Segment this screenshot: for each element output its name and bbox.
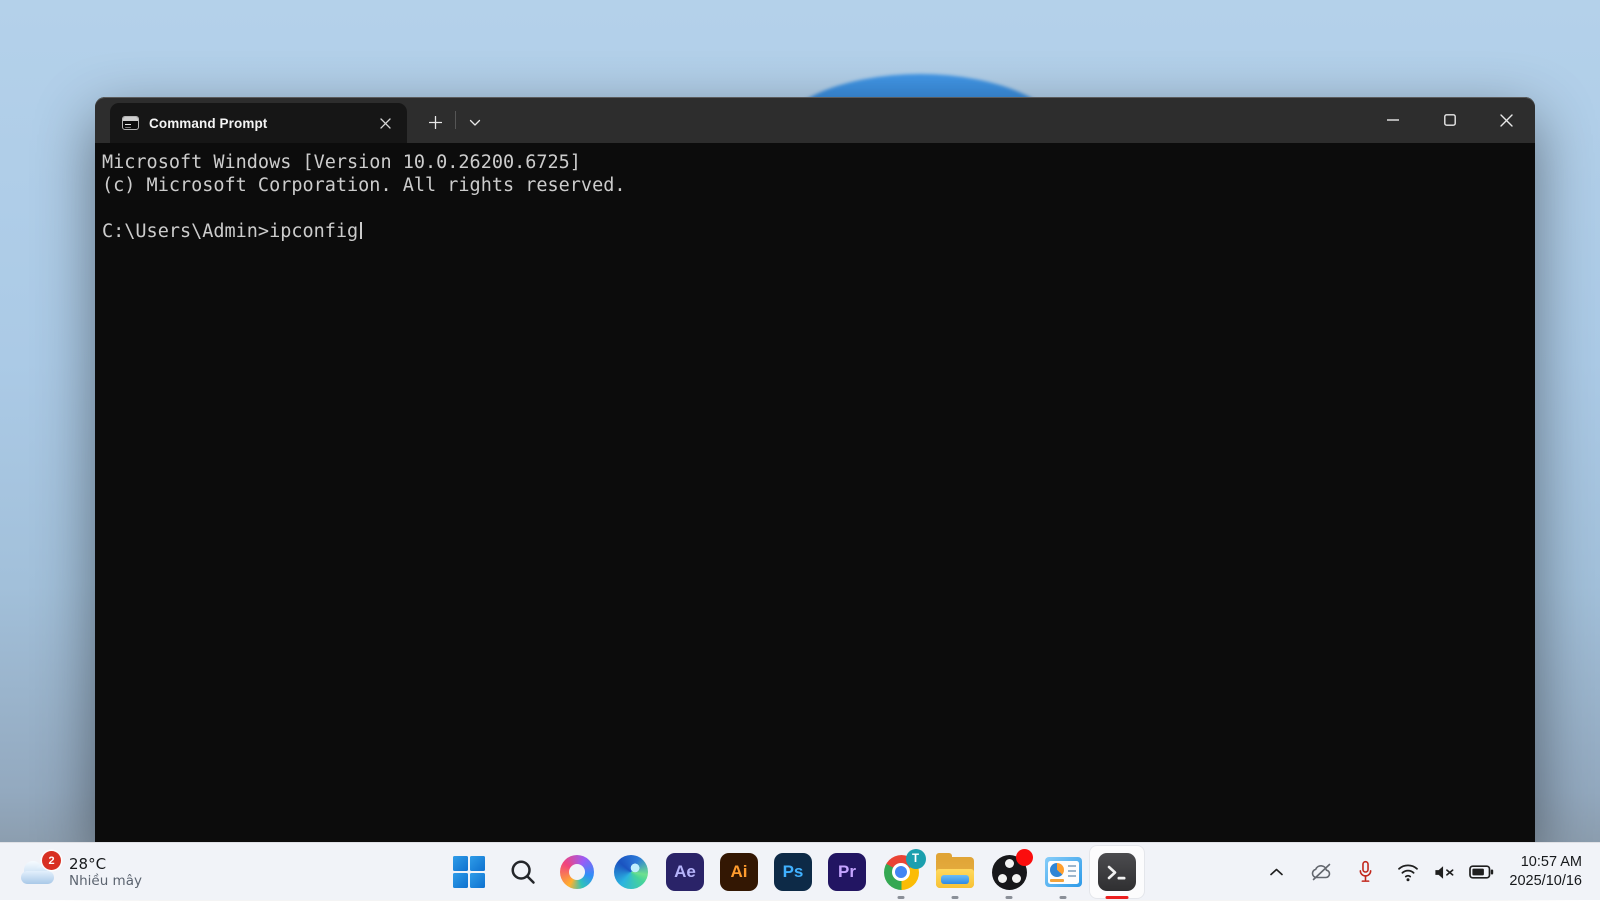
file-explorer-button[interactable] <box>928 846 982 898</box>
minimize-icon <box>1387 119 1399 121</box>
tab-close-button[interactable] <box>371 109 399 137</box>
recording-badge <box>1016 849 1033 866</box>
search-icon <box>508 857 538 887</box>
copilot-button[interactable] <box>550 846 604 898</box>
system-monitor-button[interactable] <box>1036 846 1090 898</box>
chrome-button[interactable]: T <box>874 846 928 898</box>
photoshop-button[interactable]: Ps <box>766 846 820 898</box>
weather-temperature: 28°C <box>69 855 142 873</box>
after-effects-icon: Ae <box>666 853 704 891</box>
taskbar-app-icons: Ae Ai Ps Pr T <box>442 846 1144 898</box>
taskbar: 2 28°C Nhiều mây <box>0 842 1600 900</box>
chrome-icon: T <box>884 855 919 890</box>
running-indicator <box>952 896 959 899</box>
terminal-line <box>102 197 1529 220</box>
terminal-output-area[interactable]: Microsoft Windows [Version 10.0.26200.67… <box>95 143 1535 842</box>
chevron-down-icon <box>469 119 481 127</box>
battery-button[interactable] <box>1466 852 1496 892</box>
tab-dropdown-button[interactable] <box>461 107 489 138</box>
running-indicator <box>1060 896 1067 899</box>
clock-time: 10:57 AM <box>1509 853 1582 872</box>
running-indicator <box>1006 896 1013 899</box>
wifi-icon <box>1396 862 1420 883</box>
tab-bar-separator <box>455 111 456 129</box>
close-icon <box>380 118 391 129</box>
weather-widget[interactable]: 2 28°C Nhiều mây <box>12 843 150 901</box>
close-icon <box>1500 114 1513 127</box>
tab-title: Command Prompt <box>149 116 371 131</box>
minimize-button[interactable] <box>1364 97 1421 143</box>
running-indicator <box>898 896 905 899</box>
microphone-in-use-button[interactable] <box>1353 852 1377 892</box>
terminal-line: Microsoft Windows [Version 10.0.26200.67… <box>102 151 1529 174</box>
show-hidden-icons-button[interactable] <box>1263 852 1289 892</box>
active-window-indicator <box>1106 896 1129 900</box>
illustrator-icon: Ai <box>720 853 758 891</box>
clock-widget[interactable]: 10:57 AM 2025/10/16 <box>1505 843 1586 901</box>
cloudy-weather-icon: 2 <box>20 858 58 886</box>
terminal-prompt-text: C:\Users\Admin>ipconfig <box>102 221 358 242</box>
premiere-icon: Pr <box>828 853 866 891</box>
wifi-button[interactable] <box>1394 852 1422 892</box>
chrome-profile-badge: T <box>906 849 926 869</box>
terminal-line: (c) Microsoft Corporation. All rights re… <box>102 174 1529 197</box>
tab-command-prompt[interactable]: Command Prompt <box>110 103 407 143</box>
premiere-button[interactable]: Pr <box>820 846 874 898</box>
system-monitor-icon <box>1045 857 1082 887</box>
onedrive-tray-button[interactable] <box>1306 852 1336 892</box>
microphone-icon <box>1356 860 1375 884</box>
notification-badge: 2 <box>42 851 61 870</box>
search-button[interactable] <box>496 846 550 898</box>
clock-date: 2025/10/16 <box>1509 872 1582 891</box>
caption-buttons <box>1364 97 1535 143</box>
edge-button[interactable] <box>604 846 658 898</box>
windows-logo-icon <box>453 856 486 889</box>
maximize-icon <box>1444 114 1456 126</box>
new-tab-button[interactable] <box>420 107 451 138</box>
volume-mute-icon <box>1433 863 1456 882</box>
terminal-prompt-line: C:\Users\Admin>ipconfig <box>102 220 1529 243</box>
folder-icon <box>936 857 974 888</box>
obs-button[interactable] <box>982 846 1036 898</box>
system-tray <box>1263 843 1496 901</box>
photoshop-icon: Ps <box>774 853 812 891</box>
terminal-window: Command Prompt <box>95 97 1535 842</box>
copilot-icon <box>560 855 594 889</box>
chevron-up-icon <box>1269 867 1284 877</box>
battery-icon <box>1469 864 1494 880</box>
volume-muted-button[interactable] <box>1430 852 1458 892</box>
start-button[interactable] <box>442 846 496 898</box>
maximize-button[interactable] <box>1421 97 1478 143</box>
plus-icon <box>429 116 442 129</box>
obs-icon <box>992 855 1027 890</box>
command-prompt-icon <box>122 116 139 130</box>
desktop-wallpaper: Command Prompt <box>0 0 1600 900</box>
cloud-off-icon <box>1309 861 1334 883</box>
close-button[interactable] <box>1478 97 1535 143</box>
illustrator-button[interactable]: Ai <box>712 846 766 898</box>
window-titlebar[interactable]: Command Prompt <box>95 97 1535 143</box>
text-cursor <box>360 222 362 239</box>
after-effects-button[interactable]: Ae <box>658 846 712 898</box>
edge-icon <box>614 855 648 889</box>
terminal-button[interactable] <box>1090 846 1144 898</box>
terminal-icon <box>1098 853 1136 891</box>
weather-condition: Nhiều mây <box>69 873 142 890</box>
